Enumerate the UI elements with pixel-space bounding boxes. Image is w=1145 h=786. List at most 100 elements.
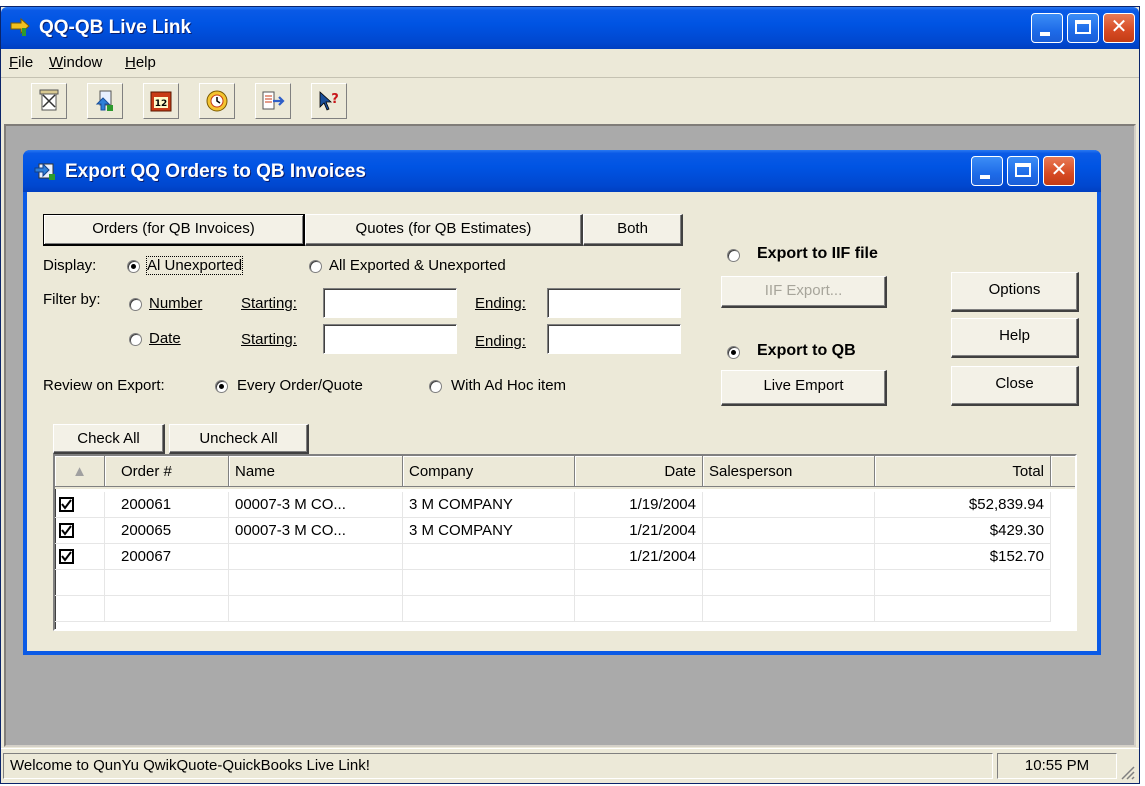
export-icon <box>39 89 59 111</box>
menu-file[interactable]: File <box>9 54 33 71</box>
cell-company <box>403 544 575 570</box>
review-label: Review on Export: <box>43 377 165 394</box>
table-row[interactable]: 200065 00007-3 M CO... 3 M COMPANY 1/21/… <box>55 518 1075 544</box>
row-checkbox[interactable] <box>59 523 74 538</box>
cell-date: 1/21/2004 <box>575 518 703 544</box>
review-adhoc-radio[interactable] <box>429 380 442 393</box>
toolbar-export-button[interactable] <box>31 83 67 119</box>
export-window-titlebar[interactable]: Export QQ Orders to QB Invoices ✕ <box>23 150 1101 192</box>
menu-window[interactable]: Window <box>49 54 102 71</box>
row-checkbox-cell[interactable] <box>55 544 105 570</box>
date-ending-input[interactable] <box>547 324 681 354</box>
options-button[interactable]: Options <box>951 272 1079 312</box>
table-row[interactable]: 200067 1/21/2004 $152.70 <box>55 544 1075 570</box>
row-checkbox-cell[interactable] <box>55 492 105 518</box>
display-all-label[interactable]: All Exported & Unexported <box>329 257 506 274</box>
toolbar-import-button[interactable] <box>87 83 123 119</box>
help-button[interactable]: Help <box>951 318 1079 358</box>
header-date[interactable]: Date <box>575 456 703 487</box>
table-row[interactable]: 200061 00007-3 M CO... 3 M COMPANY 1/19/… <box>55 492 1075 518</box>
toolbar-clock-button[interactable] <box>199 83 235 119</box>
empty-row <box>55 596 1075 622</box>
grid-header: ▲ Order # Name Company Date Salesperson … <box>55 456 1075 489</box>
transfer-icon <box>262 91 285 110</box>
number-starting-input[interactable] <box>323 288 457 318</box>
cell-order: 200061 <box>105 492 229 518</box>
review-adhoc-label[interactable]: With Ad Hoc item <box>451 377 566 394</box>
menu-help[interactable]: Help <box>125 54 156 71</box>
import-icon <box>95 90 113 111</box>
svg-text:?: ? <box>331 92 339 107</box>
header-salesperson[interactable]: Salesperson <box>703 456 875 487</box>
filter-number-radio[interactable] <box>129 298 142 311</box>
toolbar-calendar-button[interactable]: 12 <box>143 83 179 119</box>
export-window-body: Orders (for QB Invoices) Quotes (for QB … <box>27 192 1097 651</box>
display-unexported-radio[interactable] <box>127 260 140 273</box>
minimize-button[interactable] <box>1031 13 1063 43</box>
export-iif-label[interactable]: Export to IIF file <box>757 245 878 263</box>
child-maximize-button[interactable] <box>1007 156 1039 186</box>
header-check-column[interactable]: ▲ <box>55 456 105 487</box>
cell-salesperson <box>703 492 875 518</box>
tab-quotes[interactable]: Quotes (for QB Estimates) <box>305 214 583 246</box>
toolbar-transfer-button[interactable] <box>255 83 291 119</box>
status-bar: Welcome to QunYu QwikQuote-QuickBooks Li… <box>1 748 1139 783</box>
display-label: Display: <box>43 257 97 274</box>
minimize-icon <box>980 175 990 179</box>
maximize-icon <box>1015 163 1031 177</box>
export-iif-radio[interactable] <box>727 249 740 262</box>
filter-date-label[interactable]: Date <box>149 330 181 347</box>
maximize-icon <box>1075 20 1091 34</box>
cell-total: $152.70 <box>875 544 1051 570</box>
child-close-button[interactable]: ✕ <box>1043 156 1075 186</box>
cell-company: 3 M COMPANY <box>403 518 575 544</box>
review-every-label[interactable]: Every Order/Quote <box>237 377 363 394</box>
row-checkbox-cell[interactable] <box>55 518 105 544</box>
close-icon: ✕ <box>1110 16 1128 38</box>
svg-text:12: 12 <box>155 99 168 109</box>
orders-grid[interactable]: ▲ Order # Name Company Date Salesperson … <box>53 454 1077 631</box>
cell-name <box>229 544 403 570</box>
review-every-radio[interactable] <box>215 380 228 393</box>
cell-total: $52,839.94 <box>875 492 1051 518</box>
export-window-icon <box>34 162 55 180</box>
close-button[interactable]: Close <box>951 366 1079 406</box>
cell-salesperson <box>703 518 875 544</box>
cell-salesperson <box>703 544 875 570</box>
filter-number-label[interactable]: Number <box>149 295 202 312</box>
main-titlebar[interactable]: QQ-QB Live Link ✕ <box>1 7 1139 49</box>
date-starting-input[interactable] <box>323 324 457 354</box>
resize-grip-icon[interactable] <box>1119 764 1135 780</box>
toolbar: 12 ? <box>1 78 1139 124</box>
app-logo-icon <box>10 17 30 36</box>
empty-row <box>55 570 1075 596</box>
close-window-button[interactable]: ✕ <box>1103 13 1135 43</box>
cell-order: 200065 <box>105 518 229 544</box>
header-name[interactable]: Name <box>229 456 403 487</box>
minimize-icon <box>1040 32 1050 36</box>
toolbar-help-button[interactable]: ? <box>311 83 347 119</box>
tab-both[interactable]: Both <box>583 214 683 246</box>
row-checkbox[interactable] <box>59 549 74 564</box>
row-checkbox[interactable] <box>59 497 74 512</box>
number-ending-input[interactable] <box>547 288 681 318</box>
check-all-button[interactable]: Check All <box>53 424 165 454</box>
tab-orders[interactable]: Orders (for QB Invoices) <box>43 214 305 246</box>
child-minimize-button[interactable] <box>971 156 1003 186</box>
filter-date-radio[interactable] <box>129 333 142 346</box>
export-qb-label[interactable]: Export to QB <box>757 342 856 360</box>
iif-export-button[interactable]: IIF Export... <box>721 276 887 308</box>
header-order[interactable]: Order # <box>105 456 229 487</box>
status-message: Welcome to QunYu QwikQuote-QuickBooks Li… <box>3 753 993 779</box>
cell-name: 00007-3 M CO... <box>229 492 403 518</box>
export-qb-radio[interactable] <box>727 346 740 359</box>
header-company[interactable]: Company <box>403 456 575 487</box>
live-export-button[interactable]: Live Emport <box>721 370 887 406</box>
display-all-radio[interactable] <box>309 260 322 273</box>
display-unexported-label[interactable]: Al Unexported <box>145 256 244 275</box>
help-arrow-icon: ? <box>319 91 339 111</box>
uncheck-all-button[interactable]: Uncheck All <box>169 424 309 454</box>
maximize-button[interactable] <box>1067 13 1099 43</box>
header-total[interactable]: Total <box>875 456 1051 487</box>
date-starting-label: Starting: <box>241 331 297 348</box>
